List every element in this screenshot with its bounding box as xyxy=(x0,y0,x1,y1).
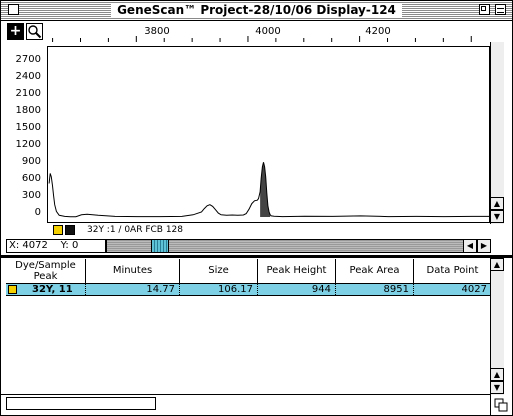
sample-label: 32Y :1 / 0AR FCB 128 xyxy=(87,225,183,235)
cell-data-point: 4027 xyxy=(461,284,487,295)
cell-minutes: 14.77 xyxy=(86,284,180,295)
ruler-label-4000: 4000 xyxy=(255,26,281,37)
zoom-tool-button[interactable] xyxy=(26,23,43,40)
collapse-box[interactable] xyxy=(495,4,506,15)
plot-vertical-scrollbar[interactable]: ▲ ▼ xyxy=(490,42,504,224)
col-peak-area[interactable]: Peak Area xyxy=(336,259,414,283)
crosshair-tool-button[interactable]: + xyxy=(7,23,24,40)
y-tick-label: 900 xyxy=(21,156,41,167)
y-tick-label: 1500 xyxy=(15,122,41,133)
genescan-window: GeneScan™ Project-28/10/06 Display-124 +… xyxy=(0,0,513,416)
y-tick-label: 300 xyxy=(21,190,41,201)
title-bar[interactable]: GeneScan™ Project-28/10/06 Display-124 xyxy=(1,1,512,21)
cell-dye-sample-peak: 32Y, 11 xyxy=(6,284,86,295)
table-scroll-up-arrow[interactable]: ▲ xyxy=(490,368,504,381)
x-coord-value: 4072 xyxy=(22,240,48,251)
scroll-left-arrow[interactable]: ◀ xyxy=(463,239,477,253)
cell-size: 106.17 xyxy=(180,284,258,295)
magnifier-icon xyxy=(28,25,42,39)
electropherogram-plot[interactable] xyxy=(47,46,490,223)
y-tick-label: 2100 xyxy=(15,88,41,99)
y-tick-label: 1200 xyxy=(15,139,41,150)
zoom-box[interactable] xyxy=(479,4,490,15)
y-tick-label: 0 xyxy=(34,207,41,218)
scroll-right-arrow[interactable]: ▶ xyxy=(477,239,491,253)
yellow-dye-swatch[interactable] xyxy=(53,225,63,235)
cursor-coordinates: X: 4072 Y: 0 xyxy=(6,239,106,253)
plot-canvas xyxy=(48,162,489,218)
col-size[interactable]: Size xyxy=(180,259,258,283)
y-coord-label: Y: xyxy=(60,240,69,251)
table-scroll-up-top-arrow[interactable]: ▲ xyxy=(490,258,504,271)
x-axis-ruler: 3800 4000 4200 xyxy=(47,22,490,42)
resize-grip-icon[interactable] xyxy=(490,395,512,415)
y-tick-label: 1800 xyxy=(15,105,41,116)
cell-peak-area: 8951 xyxy=(336,284,414,295)
sample-legend: 32Y :1 / 0AR FCB 128 xyxy=(1,223,490,238)
plot-horizontal-scrollbar[interactable] xyxy=(106,239,490,253)
horizontal-scroll-track[interactable] xyxy=(6,397,156,410)
table-horizontal-scrollbar[interactable] xyxy=(1,394,490,415)
cell-peak-height: 944 xyxy=(258,284,336,295)
black-dye-swatch[interactable] xyxy=(65,225,75,235)
table-vertical-scrollbar[interactable]: ▲ ▲ ▼ xyxy=(490,258,504,395)
crosshair-icon: + xyxy=(9,23,22,39)
pane-divider[interactable] xyxy=(1,255,512,258)
peak-table-header: Dye/Sample Peak Minutes Size Peak Height… xyxy=(6,259,492,283)
col-peak-height[interactable]: Peak Height xyxy=(258,259,336,283)
scroll-down-arrow[interactable]: ▼ xyxy=(490,210,504,223)
scroll-up-arrow[interactable]: ▲ xyxy=(490,197,504,210)
ruler-label-4200: 4200 xyxy=(365,26,391,37)
y-tick-label: 2700 xyxy=(15,54,41,65)
ruler-label-3800: 3800 xyxy=(144,26,170,37)
x-coord-label: X: xyxy=(9,240,20,251)
trace-line xyxy=(48,162,489,218)
y-coord-value: 0 xyxy=(71,240,79,251)
window-title: GeneScan™ Project-28/10/06 Display-124 xyxy=(111,3,402,17)
table-scroll-down-arrow[interactable]: ▼ xyxy=(490,381,504,394)
col-minutes[interactable]: Minutes xyxy=(86,259,180,283)
col-dye-sample-peak[interactable]: Dye/Sample Peak xyxy=(6,259,86,283)
y-tick-label: 2400 xyxy=(15,71,41,82)
y-tick-label: 600 xyxy=(21,173,41,184)
scroll-thumb[interactable] xyxy=(151,240,169,252)
col-data-point[interactable]: Data Point xyxy=(414,259,492,283)
table-row[interactable]: 32Y, 11 14.77 106.17 944 8951 4027 xyxy=(6,283,491,296)
